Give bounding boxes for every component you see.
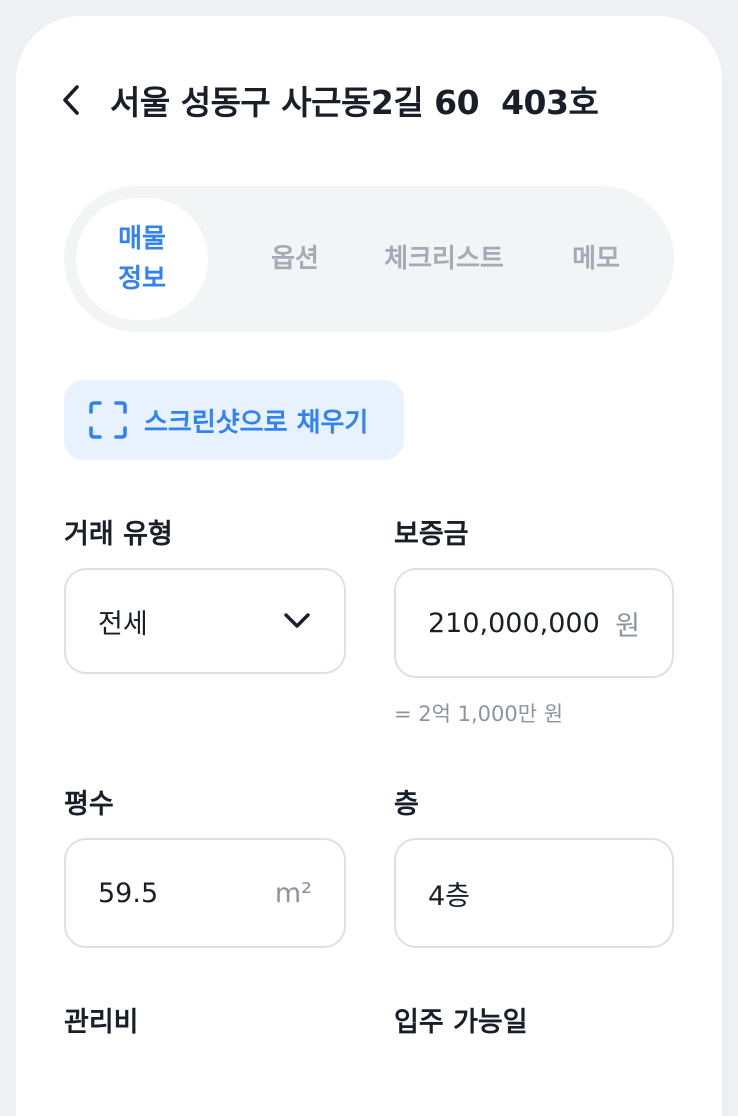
maintenance-fee-label: 관리비 — [64, 1007, 139, 1038]
page-header: 서울 성동구 사근동2길 60 403호 — [60, 76, 680, 124]
tab-property-info[interactable]: 매물정보 — [76, 198, 208, 320]
tab-label: 체크리스트 — [384, 244, 504, 274]
deal-type-value: 전세 — [98, 608, 148, 640]
deposit-input[interactable]: 210,000,000 원 — [394, 568, 674, 678]
detail-card — [16, 16, 722, 1116]
tab-label: 메모 — [572, 244, 620, 274]
back-button[interactable] — [60, 76, 100, 124]
area-value: 59.5 — [98, 877, 159, 909]
floor-label: 층 — [394, 789, 419, 820]
deal-type-select[interactable]: 전세 — [64, 568, 346, 674]
tab-checklist[interactable]: 체크리스트 — [372, 198, 516, 320]
tab-options[interactable]: 옵션 — [250, 198, 340, 320]
page-title: 서울 성동구 사근동2길 60 403호 — [110, 83, 599, 122]
fill-from-screenshot-button[interactable]: 스크린샷으로 채우기 — [64, 380, 404, 460]
deposit-label: 보증금 — [394, 519, 469, 550]
deposit-unit: 원 — [615, 610, 640, 642]
chevron-left-icon — [63, 85, 79, 115]
fill-from-screenshot-label: 스크린샷으로 채우기 — [144, 407, 369, 438]
floor-input[interactable]: 4층 — [394, 838, 674, 948]
scan-frame-icon — [89, 401, 127, 439]
area-unit: m² — [274, 877, 312, 909]
tab-label: 매물정보 — [118, 224, 166, 294]
area-input[interactable]: 59.5 m² — [64, 838, 346, 948]
deal-type-label: 거래 유형 — [64, 519, 173, 550]
deposit-value: 210,000,000 — [428, 607, 600, 639]
move-in-date-label: 입주 가능일 — [394, 1007, 528, 1038]
tab-memo[interactable]: 메모 — [554, 198, 638, 320]
tab-bar: 매물정보 옵션 체크리스트 메모 — [64, 186, 674, 332]
floor-value: 4층 — [428, 880, 471, 912]
area-label: 평수 — [64, 789, 114, 820]
tab-label: 옵션 — [271, 244, 319, 274]
chevron-down-icon — [284, 613, 310, 628]
deposit-hint: = 2억 1,000만 원 — [394, 702, 564, 726]
